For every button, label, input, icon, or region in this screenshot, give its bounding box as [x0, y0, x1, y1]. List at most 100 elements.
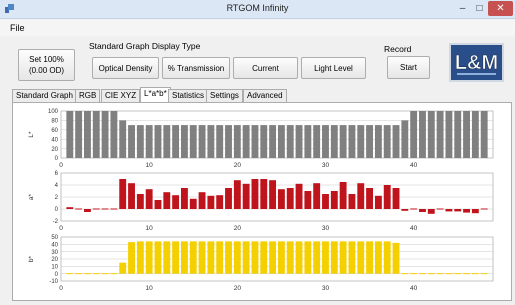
plot-l-xtick-label: 30: [322, 162, 330, 169]
plot-b-bar: [75, 273, 83, 275]
plot-l-bar: [233, 125, 241, 158]
tab-lab[interactable]: L*a*b*: [140, 87, 171, 102]
plot-l-bar: [445, 111, 453, 158]
plot-l-bar: [392, 125, 400, 158]
plot-l-bar: [427, 111, 435, 158]
plot-a-bar: [304, 191, 312, 209]
plot-a-xtick-label: 10: [146, 225, 154, 232]
plot-b-ytick-label: 50: [51, 235, 58, 241]
plot-b-bar: [172, 241, 180, 274]
plot-a-bar: [339, 182, 347, 209]
tab-standard-graph[interactable]: Standard Graph: [12, 89, 77, 102]
plot-a-bar: [163, 192, 171, 209]
plot-b-bar: [480, 273, 488, 275]
plot-l-ytick-label: 80: [51, 119, 58, 125]
plot-b-bar: [233, 241, 241, 274]
plot-l-bar: [436, 111, 444, 158]
close-button[interactable]: ✕: [488, 1, 513, 16]
light-level-button[interactable]: Light Level: [301, 57, 366, 79]
set-100-label: Set 100%: [29, 55, 64, 64]
plot-l-ytick-label: 60: [51, 128, 58, 134]
plot-l-bar: [295, 125, 303, 158]
tab-cie-xyz[interactable]: CIE XYZ: [101, 89, 141, 102]
plot-l-bar: [304, 125, 312, 158]
plot-l-xtick-label: 0: [59, 162, 63, 169]
plot-a-ytick-label: 6: [55, 171, 59, 177]
plot-b-bar: [163, 241, 171, 274]
menu-bar: File: [0, 20, 515, 36]
plot-b-xtick-label: 20: [234, 285, 242, 292]
plot-b-bar: [366, 241, 374, 274]
menu-file[interactable]: File: [10, 23, 25, 33]
plot-a-xtick-label: 0: [59, 225, 63, 232]
plot-l-bar: [180, 125, 188, 158]
plot-b-xtick-label: 10: [146, 285, 154, 292]
current-button[interactable]: Current: [233, 57, 298, 79]
plot-l-ytick-label: 20: [51, 147, 58, 153]
plot-l-bar: [269, 125, 277, 158]
plot-b-bar: [180, 241, 188, 274]
start-button[interactable]: Start: [387, 56, 430, 79]
plot-b-xtick-label: 40: [410, 285, 418, 292]
plot-l-bar: [366, 125, 374, 158]
plot-l-bar: [128, 125, 135, 158]
title-bar: RTGOM Infinity – □ ✕: [0, 0, 515, 19]
plot-l-bar: [216, 125, 224, 158]
lm-logo: L&M: [449, 43, 504, 82]
lm-logo-graphic: L&M: [455, 52, 498, 75]
plot-b-bar: [242, 241, 250, 274]
tab-statistics[interactable]: Statistics: [168, 89, 209, 102]
plot-l-bar: [154, 125, 162, 158]
plot-b-bar: [330, 241, 338, 274]
transmission-button[interactable]: % Transmission: [162, 57, 230, 79]
tab-rgb[interactable]: RGB: [75, 89, 101, 102]
minimize-button[interactable]: –: [454, 1, 471, 16]
plot-b-bar: [277, 241, 285, 274]
set-100-button[interactable]: Set 100% (0.00 OD): [18, 49, 75, 81]
plot-l-bar: [163, 125, 171, 158]
plot-a-bar: [110, 208, 118, 210]
plot-a-xtick-label: 40: [410, 225, 418, 232]
plot-b-bar: [322, 241, 329, 274]
plot-b-bar: [339, 241, 347, 274]
plot-b-bar: [136, 241, 144, 274]
record-label: Record: [384, 44, 412, 54]
plot-l-bar: [136, 125, 144, 158]
plot-b-bar: [207, 241, 215, 274]
plot-a-bar: [198, 192, 206, 209]
plot-l-xtick-label: 40: [410, 162, 418, 169]
plot-a-bar: [471, 209, 479, 214]
plot-a-bar: [436, 208, 444, 210]
plot-a-bar: [225, 188, 232, 209]
plot-b-bar: [269, 241, 277, 274]
plot-b-bar: [295, 241, 303, 274]
plot-b-ytick-label: 0: [55, 272, 59, 278]
plot-a-ytick-label: 2: [55, 195, 59, 201]
graph-display-type-label: Standard Graph Display Type: [89, 41, 201, 51]
plot-b-bar: [392, 242, 400, 274]
plot-l-bar: [357, 125, 365, 158]
plot-a-bar: [286, 188, 294, 209]
maximize-button[interactable]: □: [471, 1, 488, 16]
plot-b-bar: [110, 273, 118, 275]
plot-l-bar: [419, 111, 426, 158]
plot-l-ylabel: L*: [28, 131, 35, 138]
plot-l-bar: [242, 125, 250, 158]
set-100-sublabel: (0.00 OD): [28, 66, 65, 75]
optical-density-button[interactable]: Optical Density: [92, 57, 159, 79]
plot-l-bar: [463, 111, 470, 158]
plot-a-bar: [445, 209, 453, 212]
tab-settings[interactable]: Settings: [206, 89, 243, 102]
lm-logo-text: L&M: [455, 52, 498, 74]
app-window: RTGOM Infinity – □ ✕ File Set 100% (0.00…: [0, 0, 515, 301]
plot-l-bar: [66, 111, 74, 158]
plot-b-ytick-label: -10: [49, 279, 58, 285]
plot-l-bar: [286, 125, 294, 158]
tab-advanced[interactable]: Advanced: [243, 89, 287, 102]
plot-l-bar: [471, 111, 479, 158]
plot-l-ytick-label: 0: [55, 156, 59, 162]
plot-a-bar: [66, 207, 74, 209]
plot-a-bar: [119, 179, 127, 209]
plot-l-bar: [401, 120, 409, 158]
plot-b-bar: [198, 241, 206, 274]
